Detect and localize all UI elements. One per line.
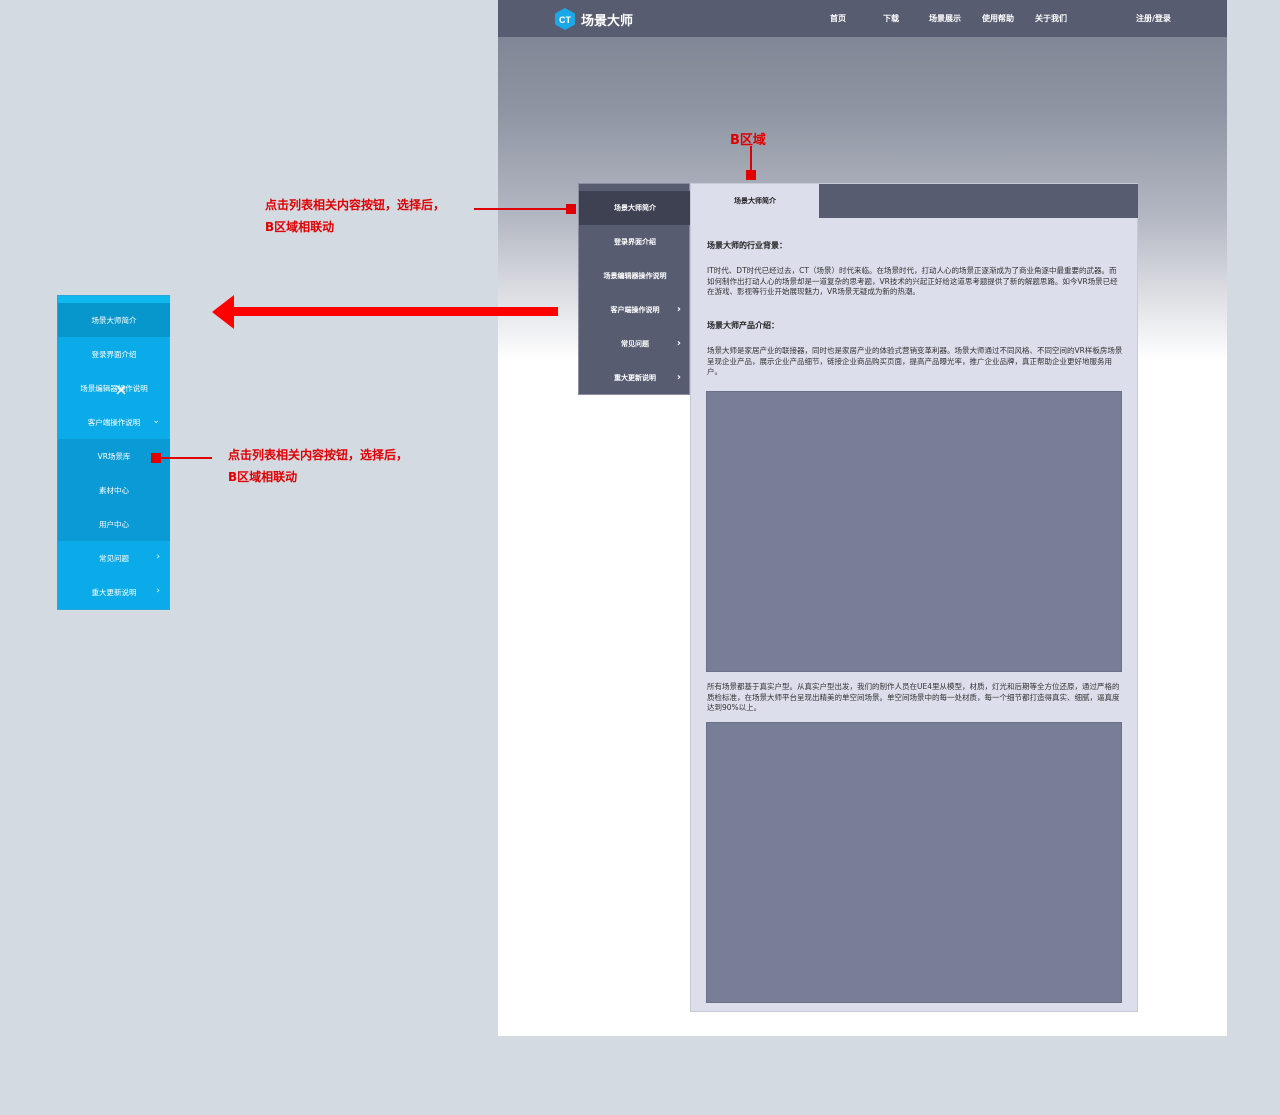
side-item-login-intro[interactable]: 登录界面介绍 <box>579 225 691 259</box>
blue-item-label: 客户端操作说明 <box>87 417 141 427</box>
content-panel-b-area: 场景大师简介 场景大师的行业背景： IT时代、DT时代已经过去，CT（场景）时代… <box>690 183 1138 1012</box>
side-item-label: 场景编辑器操作说明 <box>603 272 667 280</box>
blue-item-editor-guide[interactable]: 场景编辑器操作说明 <box>58 371 170 405</box>
side-item-intro[interactable]: 场景大师简介 <box>579 191 691 225</box>
paragraph-scenes: 所有场景都基于真实户型。从真实户型出发，我们的制作人员在UE4里从模型，材质，灯… <box>707 682 1120 712</box>
annotation-note-side: 点击列表相关内容按钮，选择后， B区域相联动 <box>228 444 408 488</box>
blue-item-faq[interactable]: 常见问题 › <box>58 541 170 575</box>
tab-intro[interactable]: 场景大师简介 <box>691 184 819 218</box>
side-item-label: 常见问题 <box>621 340 649 348</box>
side-item-label: 登录界面介绍 <box>614 238 656 246</box>
brand-name: 场景大师 <box>581 14 634 29</box>
annotation-line1: 点击列表相关内容按钮，选择后， <box>228 448 409 462</box>
paragraph-background: IT时代、DT时代已经过去，CT（场景）时代来临。在场景时代，打动人心的场景正逐… <box>707 266 1118 296</box>
blue-item-intro[interactable]: 场景大师简介 <box>58 303 170 337</box>
b-area-pointer-dot <box>746 170 756 180</box>
section-heading-background: 场景大师的行业背景： <box>707 241 787 250</box>
blue-item-label: 登录界面介绍 <box>91 349 137 359</box>
blue-item-label: 场景大师简介 <box>91 315 137 325</box>
blue-item-label: 重大更新说明 <box>91 587 137 597</box>
side-item-editor-guide[interactable]: 场景编辑器操作说明 <box>579 259 691 293</box>
annotation-note-top: 点击列表相关内容按钮，选择后， B区域相联动 <box>265 194 445 238</box>
nav-login[interactable]: 注册/登录 <box>1136 13 1171 24</box>
chevron-right-icon: › <box>156 586 160 596</box>
blue-subitem-user-center[interactable]: 用户中心 <box>58 507 170 541</box>
section-heading-product: 场景大师产品介绍： <box>707 321 779 330</box>
nav-help[interactable]: 使用帮助 <box>982 13 1014 24</box>
nav-about[interactable]: 关于我们 <box>1035 13 1067 24</box>
blue-item-label: 用户中心 <box>99 519 129 529</box>
side-item-client-guide[interactable]: 客户端操作说明 › <box>579 293 691 327</box>
side-item-label: 场景大师简介 <box>614 204 656 212</box>
paragraph-product: 场景大师是家居产业的联接器，同时也是家居产业的体验式营销变革利器。场景大师通过不… <box>707 346 1123 376</box>
side-item-faq[interactable]: 常见问题 › <box>579 327 691 361</box>
side-item-label: 重大更新说明 <box>614 374 656 382</box>
blue-item-label: VR场景库 <box>97 451 131 461</box>
side-item-updates[interactable]: 重大更新说明 › <box>579 361 691 395</box>
b-area-label: B区域 <box>730 133 766 148</box>
chevron-down-icon: ⌄ <box>152 416 160 426</box>
side-menu: 场景大师简介 登录界面介绍 场景编辑器操作说明 客户端操作说明 › 常见问题 › 重… <box>578 183 691 395</box>
logo-text: CT <box>559 15 571 25</box>
chevron-right-icon: › <box>676 304 681 315</box>
annotation-line1: 点击列表相关内容按钮，选择后， <box>265 198 446 212</box>
top-navigation-bar: CT 场景大师 首页 下载 场景展示 使用帮助 关于我们 注册/登录 <box>498 0 1227 37</box>
chevron-right-icon: › <box>156 552 160 562</box>
annotation-line2: B区域相联动 <box>228 470 298 484</box>
annotation-line2: B区域相联动 <box>265 220 335 234</box>
cursor-icon <box>116 385 126 395</box>
blue-item-updates[interactable]: 重大更新说明 › <box>58 575 170 609</box>
menu-top-strip <box>58 296 170 303</box>
blue-item-label: 常见问题 <box>99 553 129 563</box>
blue-item-client-guide[interactable]: 客户端操作说明 ⌄ <box>58 405 170 439</box>
image-placeholder <box>706 391 1122 672</box>
annotation-dot <box>566 204 576 214</box>
annotation-connector <box>160 457 212 459</box>
chevron-right-icon: › <box>676 338 681 349</box>
nav-showcase[interactable]: 场景展示 <box>929 13 961 24</box>
logo-icon: CT <box>555 8 575 30</box>
blue-subitem-materials[interactable]: 素材中心 <box>58 473 170 507</box>
nav-download[interactable]: 下载 <box>883 13 899 24</box>
blue-item-login-intro[interactable]: 登录界面介绍 <box>58 337 170 371</box>
blue-item-label: 素材中心 <box>99 485 129 495</box>
b-area-pointer-line <box>750 146 752 171</box>
arrow-shaft <box>230 307 558 316</box>
side-item-label: 客户端操作说明 <box>610 306 660 314</box>
tab-bar: 场景大师简介 <box>691 184 1138 218</box>
chevron-right-icon: › <box>676 372 681 383</box>
annotation-connector <box>474 208 568 210</box>
blue-item-label: 场景编辑器操作说明 <box>80 383 148 393</box>
nav-home[interactable]: 首页 <box>830 13 846 24</box>
image-placeholder <box>706 722 1122 1003</box>
